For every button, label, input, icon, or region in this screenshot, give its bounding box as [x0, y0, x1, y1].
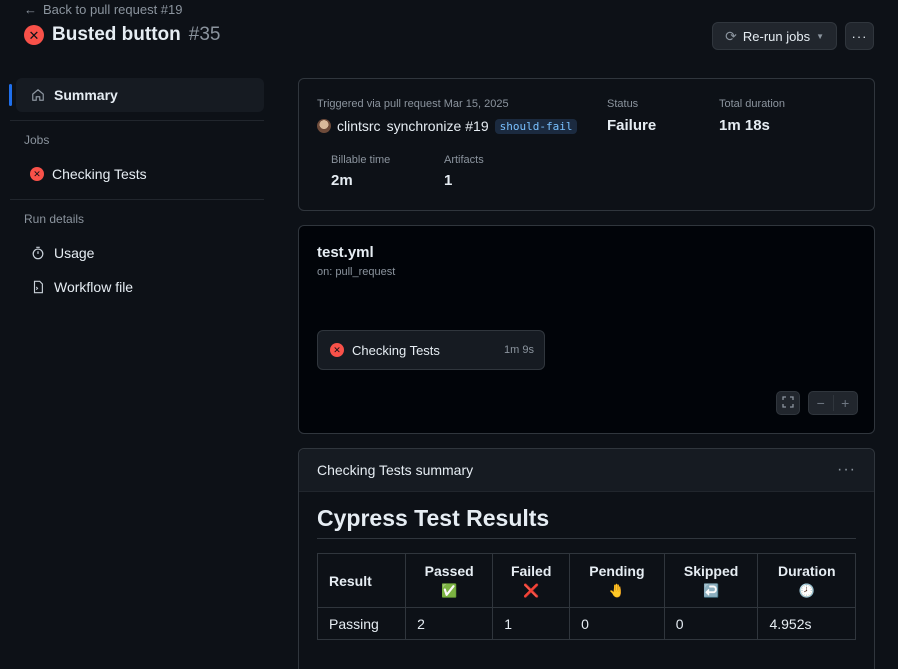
table-cell: 0 — [569, 607, 665, 640]
page-title-row: ✕ Busted button #35 — [24, 24, 220, 46]
cross-mark-emoji: ❌ — [523, 582, 540, 598]
header-actions: ⟳ Re-run jobs ▼ ··· — [712, 22, 874, 50]
sidebar-item-label: Checking Tests — [52, 166, 147, 182]
zoom-in-button[interactable]: + — [834, 395, 858, 411]
column-header-duration: Duration 🕗 — [757, 553, 856, 608]
table-cell: 1 — [492, 607, 571, 640]
triggered-text: Triggered via pull request Mar 15, 2025 — [317, 98, 509, 110]
artifacts-value[interactable]: 1 — [444, 172, 452, 189]
results-table: Result Passed ✅ Failed ❌ Pending 🤚 Skipped ↩… — [316, 553, 856, 640]
rerun-label: Re-run jobs — [742, 28, 811, 44]
column-header-pending: Pending 🤚 — [569, 553, 665, 608]
job-node-duration: 1m 9s — [504, 344, 534, 356]
x-circle-fill-icon: ✕ — [30, 167, 44, 181]
rerun-jobs-button[interactable]: ⟳ Re-run jobs ▼ — [712, 22, 837, 50]
workflow-graph-panel: test.yml on: pull_request ✕ Checking Tes… — [298, 225, 875, 434]
job-summary-panel: Checking Tests summary ··· Cypress Test … — [298, 448, 875, 669]
stopwatch-icon — [30, 246, 46, 260]
avatar — [317, 119, 331, 133]
column-header-result: Result — [316, 553, 407, 608]
table-cell: 2 — [405, 607, 494, 640]
trigger-user[interactable]: clintsrc — [337, 118, 381, 134]
back-to-pr-link[interactable]: ← Back to pull request #19 — [24, 2, 182, 17]
run-details-heading: Run details — [24, 212, 85, 226]
table-cell: Passing — [316, 607, 407, 640]
branch-badge[interactable]: should-fail — [494, 118, 578, 134]
back-link-label: Back to pull request #19 — [43, 2, 183, 17]
table-row: Passing 2 1 0 0 4.952s — [316, 607, 856, 640]
more-actions-button[interactable]: ··· — [845, 22, 874, 50]
sidebar-item-summary[interactable]: Summary — [9, 78, 264, 112]
return-arrow-emoji: ↩️ — [703, 582, 720, 598]
x-circle-fill-icon: ✕ — [330, 343, 344, 357]
table-cell: 4.952s — [757, 607, 856, 640]
sidebar-divider — [10, 120, 264, 121]
trigger-event: synchronize — [386, 118, 462, 134]
job-node-checking-tests[interactable]: ✕ Checking Tests 1m 9s — [317, 330, 545, 370]
file-code-icon — [30, 280, 46, 294]
status-label: Status — [607, 98, 639, 110]
fullscreen-button[interactable] — [776, 391, 800, 415]
zoom-controls: − + — [808, 391, 858, 415]
artifacts-label: Artifacts — [444, 154, 484, 166]
trigger-details: clintsrc synchronize #19 should-fail — [317, 118, 578, 134]
sidebar-item-checking-tests[interactable]: ✕ Checking Tests — [16, 157, 264, 191]
workflow-file-name: test.yml — [317, 244, 374, 261]
job-summary-title: Checking Tests summary — [317, 462, 474, 478]
page-title: Busted button — [52, 24, 181, 45]
zoom-out-button[interactable]: − — [809, 395, 833, 411]
column-header-skipped: Skipped ↩️ — [663, 553, 759, 608]
duration-value: 1m 18s — [719, 117, 770, 134]
billable-value: 2m — [331, 172, 353, 189]
billable-label: Billable time — [331, 154, 391, 166]
kebab-horizontal-icon[interactable]: ··· — [837, 461, 856, 479]
sidebar-divider — [10, 199, 264, 200]
x-circle-fill-icon: ✕ — [24, 25, 44, 45]
column-header-passed: Passed ✅ — [405, 553, 494, 608]
clock-emoji: 🕗 — [798, 582, 815, 598]
job-node-label: Checking Tests — [352, 342, 440, 358]
job-summary-header: Checking Tests summary ··· — [299, 449, 874, 492]
check-mark-emoji: ✅ — [441, 582, 458, 598]
screen-full-icon — [782, 395, 794, 411]
raised-hand-emoji: 🤚 — [608, 582, 625, 598]
triangle-down-icon: ▼ — [816, 31, 824, 41]
column-header-failed: Failed ❌ — [492, 553, 571, 608]
jobs-heading: Jobs — [24, 133, 50, 147]
table-cell: 0 — [663, 607, 759, 640]
sidebar-item-label: Usage — [54, 245, 95, 261]
run-number: #35 — [188, 24, 221, 45]
run-summary-panel: Triggered via pull request Mar 15, 2025 … — [298, 78, 875, 211]
duration-label: Total duration — [719, 98, 786, 110]
status-value: Failure — [607, 117, 657, 134]
kebab-horizontal-icon: ··· — [851, 28, 868, 44]
sidebar-item-workflow-file[interactable]: Workflow file — [16, 270, 264, 304]
arrow-left-icon: ← — [24, 2, 37, 17]
workflow-trigger: on: pull_request — [317, 266, 396, 278]
sidebar-item-usage[interactable]: Usage — [16, 236, 264, 270]
sidebar-item-label: Summary — [54, 87, 118, 103]
home-icon — [30, 88, 46, 102]
sync-icon: ⟳ — [725, 27, 737, 44]
graph-controls: − + — [776, 391, 858, 415]
results-heading: Cypress Test Results — [317, 505, 856, 539]
sidebar-item-label: Workflow file — [54, 279, 134, 295]
sidebar: Summary Jobs ✕ Checking Tests Run detail… — [9, 78, 264, 304]
trigger-pr[interactable]: #19 — [465, 118, 488, 134]
table-header-row: Result Passed ✅ Failed ❌ Pending 🤚 Skipped ↩… — [316, 553, 856, 608]
